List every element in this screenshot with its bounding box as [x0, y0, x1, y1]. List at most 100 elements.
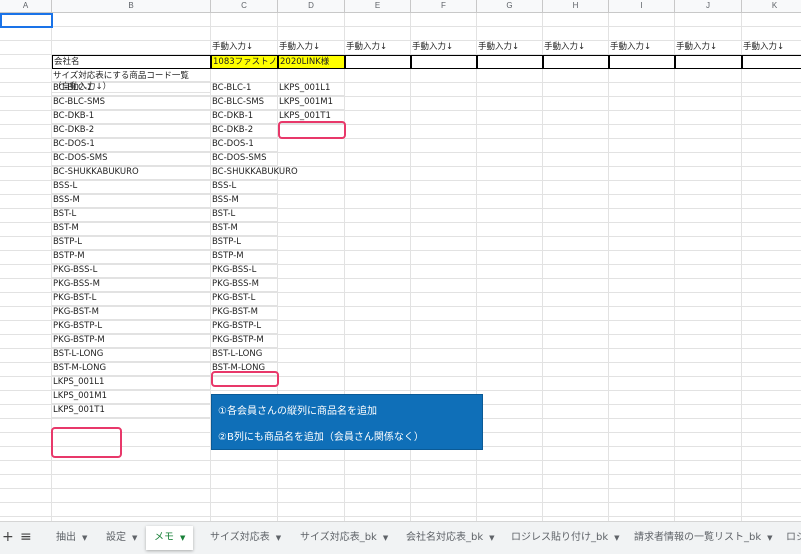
grid-cell[interactable] [0, 167, 52, 181]
grid-cell[interactable] [477, 139, 543, 153]
grid-cell[interactable] [411, 251, 477, 265]
grid-cell[interactable] [345, 97, 411, 111]
grid-cell[interactable] [543, 265, 609, 279]
product-code-c[interactable]: PKG-BSTP-L [211, 320, 278, 334]
product-code-c[interactable]: BSS-M [211, 194, 278, 208]
grid-cell[interactable] [742, 307, 801, 321]
grid-cell[interactable] [278, 489, 345, 503]
grid-cell[interactable] [411, 349, 477, 363]
grid-cell[interactable] [742, 349, 801, 363]
product-code-c[interactable]: PKG-BST-L [211, 292, 278, 306]
grid-cell[interactable] [543, 223, 609, 237]
grid-cell[interactable] [278, 265, 345, 279]
tab-settings[interactable]: 設定 ▼ [106, 526, 137, 550]
tab-size-table-bk[interactable]: サイズ対応表_bk ▼ [300, 526, 388, 550]
grid-cell[interactable] [345, 335, 411, 349]
grid-cell[interactable] [477, 335, 543, 349]
grid-cell[interactable] [345, 307, 411, 321]
grid-cell[interactable] [675, 475, 742, 489]
grid-cell[interactable] [675, 419, 742, 433]
grid-cell[interactable] [0, 335, 52, 349]
grid-cell[interactable] [345, 279, 411, 293]
grid-cell[interactable] [477, 461, 543, 475]
grid-cell[interactable] [675, 139, 742, 153]
grid-cell[interactable] [742, 321, 801, 335]
grid-cell[interactable] [411, 27, 477, 41]
grid-cell[interactable] [0, 153, 52, 167]
tab-size-table[interactable]: サイズ対応表 ▼ [210, 526, 281, 550]
grid-cell[interactable] [675, 503, 742, 517]
company-empty-cell[interactable] [675, 55, 742, 69]
grid-cell[interactable] [345, 83, 411, 97]
grid-cell[interactable] [742, 125, 801, 139]
grid-cell[interactable] [543, 153, 609, 167]
grid-cell[interactable] [543, 433, 609, 447]
grid-cell[interactable] [675, 111, 742, 125]
column-header-e[interactable]: E [345, 0, 411, 13]
grid-cell[interactable] [477, 27, 543, 41]
grid-cell[interactable] [0, 391, 52, 405]
tab-memo[interactable]: メモ ▼ [146, 526, 194, 550]
product-code-c[interactable]: BC-BLC-1 [211, 82, 278, 96]
grid-cell[interactable] [543, 139, 609, 153]
product-code-b[interactable]: BC-SHUKKABUKURO [52, 166, 211, 180]
grid-cell[interactable] [609, 489, 675, 503]
grid-cell[interactable] [345, 251, 411, 265]
grid-cell[interactable] [477, 153, 543, 167]
grid-cell[interactable] [278, 503, 345, 517]
grid-cell[interactable] [543, 181, 609, 195]
grid-cell[interactable] [675, 321, 742, 335]
product-code-b[interactable]: BC-DKB-1 [52, 110, 211, 124]
grid-cell[interactable] [278, 69, 345, 83]
grid-cell[interactable] [675, 307, 742, 321]
grid-cell[interactable] [345, 363, 411, 377]
grid-cell[interactable] [345, 377, 411, 391]
grid-cell[interactable] [477, 489, 543, 503]
grid-cell[interactable] [345, 13, 411, 27]
grid-cell[interactable] [742, 433, 801, 447]
grid-cell[interactable] [345, 27, 411, 41]
grid-cell[interactable] [543, 349, 609, 363]
grid-cell[interactable] [278, 363, 345, 377]
grid-cell[interactable] [411, 293, 477, 307]
grid-cell[interactable] [675, 181, 742, 195]
grid-cell[interactable] [278, 209, 345, 223]
grid-cell[interactable] [0, 405, 52, 419]
grid-cell[interactable] [345, 223, 411, 237]
product-code-c[interactable]: BST-L [211, 208, 278, 222]
grid-cell[interactable] [345, 475, 411, 489]
grid-cell[interactable] [543, 307, 609, 321]
grid-cell[interactable] [0, 181, 52, 195]
grid-cell[interactable] [411, 209, 477, 223]
grid-cell[interactable] [0, 503, 52, 517]
grid-cell[interactable] [543, 293, 609, 307]
grid-cell[interactable] [609, 223, 675, 237]
grid-cell[interactable] [278, 181, 345, 195]
grid-cell[interactable] [477, 503, 543, 517]
grid-cell[interactable] [345, 503, 411, 517]
product-code-c[interactable]: PKG-BSTP-M [211, 334, 278, 348]
grid-cell[interactable] [742, 27, 801, 41]
grid-cell[interactable] [609, 391, 675, 405]
grid-cell[interactable] [0, 447, 52, 461]
grid-cell[interactable] [609, 279, 675, 293]
grid-cell[interactable] [742, 195, 801, 209]
product-code-b[interactable]: BST-M-LONG [52, 362, 211, 376]
product-code-c[interactable]: BSTP-M [211, 250, 278, 264]
grid-cell[interactable] [52, 503, 211, 517]
product-code-b[interactable]: BSTP-M [52, 250, 211, 264]
selected-cell-a1[interactable] [0, 13, 53, 28]
product-code-c[interactable]: BST-M [211, 222, 278, 236]
column-header-c[interactable]: C [211, 0, 278, 13]
grid-cell[interactable] [742, 97, 801, 111]
grid-cell[interactable] [411, 321, 477, 335]
grid-cell[interactable] [543, 167, 609, 181]
grid-cell[interactable] [609, 125, 675, 139]
grid-cell[interactable] [345, 489, 411, 503]
grid-cell[interactable] [211, 69, 278, 83]
grid-cell[interactable] [742, 405, 801, 419]
column-header-a[interactable]: A [0, 0, 52, 13]
grid-cell[interactable] [411, 13, 477, 27]
product-code-b[interactable]: BST-L-LONG [52, 348, 211, 362]
grid-cell[interactable] [675, 13, 742, 27]
